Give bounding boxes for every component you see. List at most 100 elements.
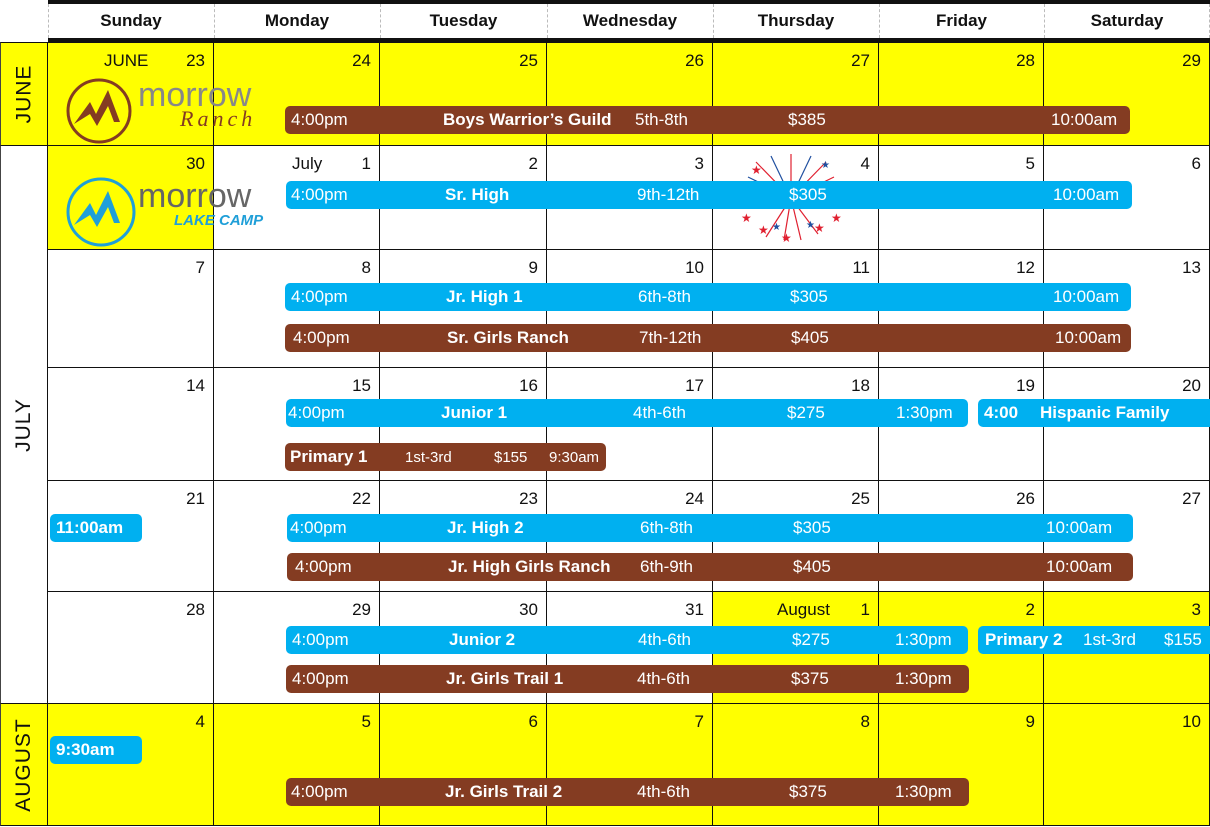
svg-text:★: ★ [751,163,762,177]
day-number: 9 [528,258,538,277]
event-grades: 4th-6th [637,782,690,801]
event-junior-1[interactable]: 4:00pm Junior 1 4th-6th $275 1:30pm [286,399,968,427]
day-cell[interactable]: 7 [48,250,214,368]
event-sr-girls-ranch[interactable]: 4:00pm Sr. Girls Ranch 7th-12th $405 10:… [285,324,1131,352]
day-cell[interactable]: 28 [48,592,214,704]
event-grades: 4th-6th [637,669,690,688]
event-start: 4:00pm [291,110,348,129]
event-price: $275 [787,403,825,422]
event-price: $305 [793,518,831,537]
day-number: 26 [1016,489,1035,508]
event-price: $305 [790,287,828,306]
event-end: 11:00am [56,518,124,537]
event-hispanic-family[interactable]: 4:00 Hispanic Family [978,399,1210,427]
day-number: 26 [685,51,704,70]
event-name: Jr. Girls Trail 2 [445,782,563,801]
day-cell[interactable]: 4 [48,704,214,826]
event-name: Primary 2 [985,630,1063,649]
ranch-logo-sub: Ranch [180,106,257,131]
event-start: 4:00pm [292,669,349,688]
event-name: Junior 2 [449,630,516,649]
event-jr-high-girls-ranch[interactable]: 4:00pm Jr. High Girls Ranch 6th-9th $405… [287,553,1133,581]
event-end: 1:30pm [895,782,952,801]
event-name: Jr. High 2 [447,518,524,537]
cell-month-label: JUNE [104,51,149,70]
day-number: 6 [1191,154,1201,173]
day-cell[interactable]: 7 [547,704,713,826]
event-price: $375 [789,782,827,801]
day-number: 30 [519,600,538,619]
day-number: 4 [195,712,205,731]
event-end: 10:00am [1053,287,1120,306]
event-name: Jr. High 1 [446,287,523,306]
day-cell[interactable]: 5 [214,704,380,826]
day-number: 23 [186,51,205,70]
day-number: 10 [685,258,704,277]
event-name: Primary 1 [290,447,368,466]
day-number: 6 [528,712,538,731]
event-grades: 6th-8th [640,518,693,537]
day-number: 20 [1182,376,1201,395]
event-jr-girls-trail-1[interactable]: 4:00pm Jr. Girls Trail 1 4th-6th $375 1:… [286,665,969,693]
event-grades: 7th-12th [639,328,702,347]
day-number: 28 [1016,51,1035,70]
day-number: 13 [1182,258,1201,277]
header-monday: Monday [264,11,330,30]
event-name: Sr. Girls Ranch [447,328,569,347]
event-end: 10:00am [1053,185,1120,204]
day-cell[interactable]: 10 [1044,704,1210,826]
event-end: 1:30pm [895,669,952,688]
day-cell[interactable]: 14 [48,368,214,481]
day-number: 24 [685,489,704,508]
event-primary-1[interactable]: Primary 1 1st-3rd $155 9:30am [285,443,606,471]
day-number: 21 [186,489,205,508]
svg-text:★: ★ [772,222,781,233]
event-start: 4:00pm [295,557,352,576]
day-number: 1 [361,154,371,173]
day-number: 5 [1025,154,1035,173]
event-price: $375 [791,669,829,688]
day-number: 15 [352,376,371,395]
day-cell[interactable]: 8 [713,704,879,826]
header-saturday: Saturday [1090,11,1164,30]
day-number: 19 [1016,376,1035,395]
day-number: 29 [1182,51,1201,70]
month-label-july: JULY [0,146,48,704]
event-hispanic-family-end[interactable]: 11:00am [50,514,142,542]
lake-logo-sub: LAKE CAMP [174,212,264,229]
day-cell[interactable]: 6 [380,704,547,826]
event-grades: 9th-12th [637,185,700,204]
day-number: 2 [1025,600,1035,619]
event-end: 10:00am [1046,518,1113,537]
event-boys-warriors-guild[interactable]: 4:00pm Boys Warrior’s Guild 5th-8th $385… [285,106,1130,134]
event-sr-high[interactable]: 4:00pm Sr. High 9th-12th $305 10:00am [286,181,1132,209]
event-jr-high-1[interactable]: 4:00pm Jr. High 1 6th-8th $305 10:00am [285,283,1131,311]
svg-text:★: ★ [814,221,825,235]
event-start: 4:00pm [288,403,345,422]
event-jr-girls-trail-2[interactable]: 4:00pm Jr. Girls Trail 2 4th-6th $375 1:… [286,778,969,806]
event-junior-2[interactable]: 4:00pm Junior 2 4th-6th $275 1:30pm [286,626,968,654]
day-number: 7 [694,712,704,731]
day-number: 1 [860,600,870,619]
event-name: Sr. High [445,185,510,204]
day-number: 31 [685,600,704,619]
event-start: 4:00 [984,403,1019,422]
event-primary-2[interactable]: Primary 2 1st-3rd $155 [978,626,1210,654]
svg-text:★: ★ [758,223,769,237]
day-number: 18 [851,376,870,395]
event-name: Hispanic Family [1040,403,1170,422]
event-start: 4:00pm [291,782,348,801]
event-jr-high-2[interactable]: 4:00pm Jr. High 2 6th-8th $305 10:00am [287,514,1133,542]
svg-text:★: ★ [741,211,752,225]
day-number: 27 [1182,489,1201,508]
day-number: 29 [352,600,371,619]
header-thursday: Thursday [757,11,835,30]
event-grades: 4th-6th [633,403,686,422]
event-start: 4:00pm [291,287,348,306]
event-primary-2-end[interactable]: 9:30am [50,736,142,764]
day-cell[interactable]: 9 [879,704,1044,826]
day-number: 9 [1025,712,1035,731]
svg-text:★: ★ [831,211,842,225]
event-end: 1:30pm [895,630,952,649]
day-number: 11 [852,258,870,277]
